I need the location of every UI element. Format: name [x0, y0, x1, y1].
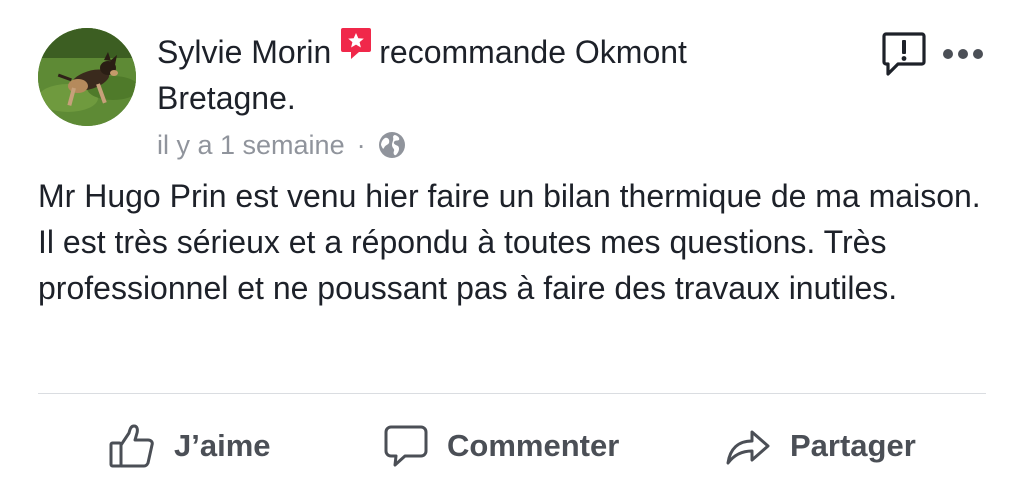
- report-icon[interactable]: [880, 30, 928, 83]
- timestamp[interactable]: il y a 1 semaine: [157, 128, 345, 162]
- post-body: Mr Hugo Prin est venu hier faire un bila…: [38, 178, 981, 306]
- post-top-actions: [880, 30, 984, 83]
- post-card: Sylvie Morin recommande Okmont Bretagne.…: [0, 0, 1024, 490]
- divider: [38, 393, 986, 394]
- post-meta: il y a 1 semaine ·: [157, 128, 406, 162]
- recommendation-star-icon: [339, 26, 373, 69]
- avatar-photo: [38, 28, 136, 126]
- recommendation-text: recommande Okmont: [379, 34, 687, 70]
- author-name[interactable]: Sylvie Morin: [157, 34, 331, 70]
- meta-separator: ·: [356, 130, 366, 160]
- share-button[interactable]: Partager: [724, 418, 916, 474]
- like-button[interactable]: J’aime: [108, 418, 271, 474]
- comment-button[interactable]: Commenter: [383, 418, 619, 474]
- like-label: J’aime: [174, 428, 271, 463]
- more-options-icon[interactable]: [928, 47, 984, 66]
- share-arrow-icon: [726, 430, 770, 465]
- thumbs-up-icon: [109, 424, 154, 468]
- avatar[interactable]: [38, 28, 136, 126]
- globe-icon: [378, 131, 406, 159]
- comment-label: Commenter: [447, 428, 620, 463]
- comment-icon: [384, 425, 428, 467]
- share-label: Partager: [790, 428, 916, 463]
- post-header: Sylvie Morin recommande Okmont: [157, 28, 687, 75]
- page-name-continued[interactable]: Bretagne.: [157, 78, 296, 118]
